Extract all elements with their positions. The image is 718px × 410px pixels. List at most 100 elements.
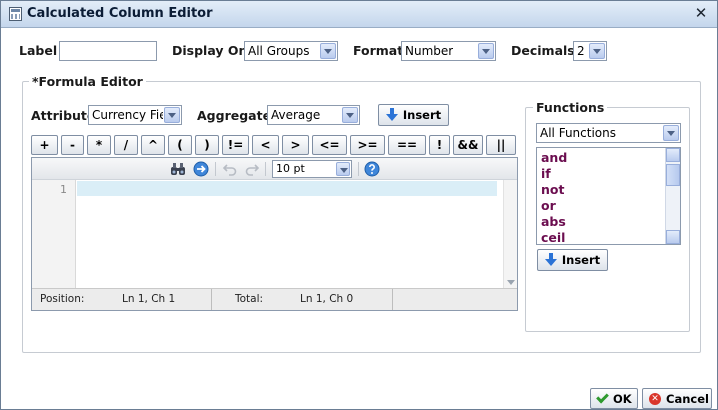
operator-close-paren-button[interactable]: )	[195, 135, 219, 155]
operator-toolbar: + - * / ^ ( ) != < > <= >= == ! && ||	[31, 135, 518, 155]
function-insert-label: Insert	[561, 253, 601, 267]
operator-power-label: ^	[147, 138, 159, 152]
operator-not-equal-button[interactable]: !=	[222, 135, 249, 155]
functions-legend: Functions	[533, 100, 608, 115]
toolbar-separator	[215, 162, 216, 176]
function-category-select[interactable]: All Functions	[536, 123, 681, 143]
operator-divide-label: /	[123, 138, 129, 152]
operator-minus-button[interactable]: -	[61, 135, 84, 155]
operator-close-paren-label: )	[204, 138, 210, 152]
chevron-down-icon[interactable]	[478, 43, 494, 59]
scroll-up-icon[interactable]	[666, 148, 680, 162]
ok-label: OK	[613, 391, 632, 406]
operator-not-button[interactable]: !	[429, 135, 450, 155]
operator-or-label: ||	[496, 138, 506, 152]
aggregate-select[interactable]: Average	[267, 105, 360, 125]
operator-greater-than-button[interactable]: >	[282, 135, 309, 155]
operator-greater-than-label: >	[290, 138, 301, 152]
operator-plus-button[interactable]: +	[31, 135, 58, 155]
chevron-down-icon[interactable]	[342, 107, 358, 123]
line-gutter: 1	[32, 180, 76, 288]
calculated-column-editor-dialog: Calculated Column Editor ✕ Label Display…	[0, 0, 718, 410]
help-icon[interactable]	[364, 161, 380, 177]
format-select[interactable]: Number	[401, 41, 496, 61]
undo-icon[interactable]	[222, 161, 238, 177]
attribute-select[interactable]: Currency Fie	[88, 105, 182, 125]
close-icon[interactable]: ✕	[695, 4, 708, 22]
formula-code-editor: 10 pt 1 Position: Ln 1, Ch 1 Total: Ln 1…	[31, 157, 518, 311]
function-item-abs[interactable]: abs	[541, 214, 566, 229]
cancel-label: Cancel	[666, 391, 709, 406]
calculator-icon	[9, 7, 22, 21]
scroll-thumb[interactable]	[666, 164, 680, 186]
chevron-down-icon[interactable]	[663, 125, 679, 141]
operator-greater-equal-label: >=	[357, 138, 378, 152]
function-item-ceil[interactable]: ceil	[541, 230, 565, 245]
title-bar[interactable]: Calculated Column Editor ✕	[1, 1, 717, 28]
chevron-down-icon[interactable]	[589, 43, 605, 59]
operator-open-paren-label: (	[177, 138, 183, 152]
status-position-value: Ln 1, Ch 1	[122, 293, 176, 305]
operator-less-than-button[interactable]: <	[252, 135, 279, 155]
check-icon	[596, 390, 609, 404]
function-item-if[interactable]: if	[541, 166, 551, 181]
function-category-value: All Functions	[540, 126, 616, 140]
chevron-down-icon[interactable]	[336, 162, 350, 176]
cancel-icon: ✕	[649, 392, 661, 405]
operator-greater-equal-button[interactable]: >=	[350, 135, 385, 155]
operator-divide-button[interactable]: /	[114, 135, 138, 155]
toolbar-separator	[265, 162, 266, 176]
format-label: Format	[353, 43, 404, 58]
status-total-value: Ln 1, Ch 0	[300, 293, 354, 305]
function-item-or[interactable]: or	[541, 198, 556, 213]
arrow-down-icon	[385, 108, 398, 122]
format-value: Number	[405, 44, 454, 58]
status-position: Position: Ln 1, Ch 1	[32, 289, 212, 310]
chevron-down-icon[interactable]	[320, 43, 336, 59]
scroll-down-icon[interactable]	[507, 280, 515, 285]
function-item-not[interactable]: not	[541, 182, 564, 197]
operator-plus-label: +	[39, 138, 50, 152]
chevron-down-icon[interactable]	[164, 107, 180, 123]
display-on-value: All Groups	[248, 44, 310, 58]
editor-scrollbar[interactable]	[503, 180, 517, 288]
operator-power-button[interactable]: ^	[141, 135, 165, 155]
display-on-label: Display On	[172, 43, 248, 58]
goto-icon[interactable]	[193, 161, 209, 177]
formula-text-area[interactable]	[77, 180, 504, 288]
font-size-select[interactable]: 10 pt	[272, 160, 352, 178]
ok-button[interactable]: OK	[590, 388, 638, 409]
arrow-down-icon	[544, 253, 557, 267]
editor-toolbar: 10 pt	[32, 158, 517, 180]
function-list-scrollbar[interactable]	[665, 148, 680, 244]
decimals-value: 2	[577, 44, 585, 58]
operator-multiply-label: *	[95, 138, 103, 152]
operator-less-equal-label: <=	[319, 138, 340, 152]
status-total: Total: Ln 1, Ch 0	[212, 289, 393, 310]
attribute-value: Currency Fie	[92, 108, 163, 122]
operator-or-button[interactable]: ||	[486, 135, 516, 155]
attribute-insert-button[interactable]: Insert	[378, 104, 449, 126]
function-insert-button[interactable]: Insert	[537, 249, 608, 271]
label-input[interactable]	[59, 41, 157, 61]
binoculars-icon[interactable]	[170, 161, 186, 177]
function-item-and[interactable]: and	[541, 150, 567, 165]
operator-equal-button[interactable]: ==	[388, 135, 426, 155]
operator-not-equal-label: !=	[227, 138, 244, 152]
operator-and-label: &&	[457, 138, 479, 152]
attribute-insert-label: Insert	[402, 108, 442, 122]
toolbar-separator	[358, 162, 359, 176]
decimals-select[interactable]: 2	[573, 41, 607, 61]
scroll-down-icon[interactable]	[666, 230, 680, 244]
operator-and-button[interactable]: &&	[453, 135, 483, 155]
operator-equal-label: ==	[396, 138, 418, 152]
aggregate-label: Aggregate	[197, 108, 272, 123]
display-on-select[interactable]: All Groups	[244, 41, 338, 61]
operator-less-equal-button[interactable]: <=	[312, 135, 347, 155]
decimals-label: Decimals	[511, 43, 575, 58]
cancel-button[interactable]: ✕ Cancel	[642, 388, 712, 409]
operator-open-paren-button[interactable]: (	[168, 135, 192, 155]
operator-multiply-button[interactable]: *	[87, 135, 111, 155]
redo-icon[interactable]	[244, 161, 260, 177]
close-button[interactable]: ✕	[693, 5, 709, 21]
